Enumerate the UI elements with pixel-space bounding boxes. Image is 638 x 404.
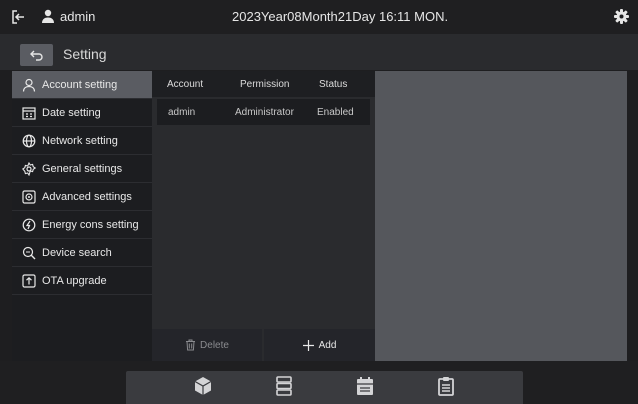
sidebar-item-energy-cons-setting[interactable]: Energy cons setting	[12, 211, 152, 239]
username: admin	[60, 9, 96, 24]
delete-button[interactable]: Delete	[152, 329, 262, 361]
add-button[interactable]: Add	[264, 329, 375, 361]
gear-icon	[22, 161, 36, 176]
clipboard-icon[interactable]	[436, 376, 456, 396]
calendar-icon[interactable]	[355, 376, 375, 396]
cell-permission: Administrator	[235, 107, 294, 118]
sidebar-item-date-setting[interactable]: Date setting	[12, 99, 152, 127]
plus-icon	[302, 339, 314, 351]
column-header-account: Account	[167, 79, 204, 90]
datetime: 2023Year08Month21Day 16:11 MON.	[232, 9, 449, 24]
energy-icon	[22, 218, 36, 232]
table-actions: Delete Add	[152, 329, 375, 361]
sidebar-item-label: General settings	[42, 162, 123, 175]
sidebar-item-general-settings[interactable]: General settings	[12, 155, 152, 183]
sidebar-item-label: Advanced settings	[42, 190, 132, 203]
sidebar-item-advanced-settings[interactable]: Advanced settings	[12, 183, 152, 211]
calendar-icon	[22, 106, 36, 120]
table-row[interactable]: admin Administrator Enabled	[157, 99, 370, 125]
globe-icon	[22, 134, 36, 148]
sidebar-item-label: OTA upgrade	[42, 274, 107, 287]
sidebar-item-label: Device search	[42, 246, 112, 259]
cube-icon[interactable]	[193, 376, 213, 396]
advanced-icon	[22, 189, 36, 204]
sidebar-item-label: Date setting	[42, 106, 101, 119]
user-icon	[42, 9, 54, 23]
device-search-icon	[22, 246, 36, 260]
table-header: Account Permission Status	[152, 71, 375, 97]
dock	[126, 371, 523, 404]
settings-sidebar: Account setting Date setting Network set…	[12, 71, 152, 361]
upload-icon	[22, 273, 36, 288]
sidebar-item-ota-upgrade[interactable]: OTA upgrade	[12, 267, 152, 295]
settings-gear-icon[interactable]	[613, 8, 630, 25]
add-label: Add	[318, 339, 337, 351]
sidebar-item-label: Network setting	[42, 134, 118, 147]
sidebar-item-network-setting[interactable]: Network setting	[12, 127, 152, 155]
user-icon	[22, 78, 36, 92]
page-title: Setting	[63, 46, 107, 62]
sidebar-item-label: Energy cons setting	[42, 218, 139, 231]
delete-label: Delete	[200, 339, 229, 351]
cell-status: Enabled	[317, 107, 354, 118]
detail-panel	[375, 71, 627, 361]
logout-icon[interactable]	[10, 9, 26, 25]
sidebar-item-label: Account setting	[42, 78, 118, 91]
sidebar-item-account-setting[interactable]: Account setting	[12, 71, 152, 99]
column-header-permission: Permission	[240, 79, 290, 90]
account-table: Account Permission Status admin Administ…	[152, 71, 375, 361]
cell-account: admin	[168, 107, 196, 118]
sidebar-item-device-search[interactable]: Device search	[12, 239, 152, 267]
back-arrow-icon	[29, 50, 43, 61]
back-button[interactable]	[20, 44, 53, 66]
column-header-status: Status	[319, 79, 348, 90]
trash-icon	[186, 339, 196, 351]
server-icon[interactable]	[274, 376, 294, 396]
